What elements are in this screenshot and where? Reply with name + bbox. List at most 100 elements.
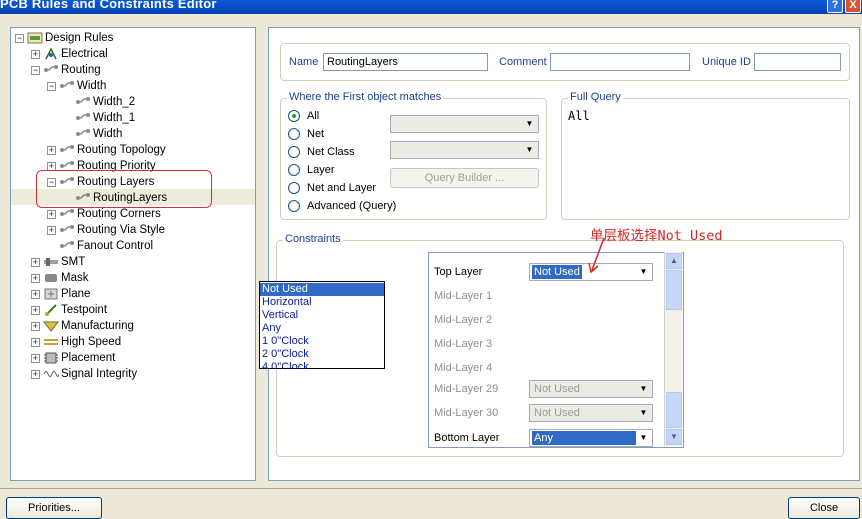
tree-label: SMT (61, 256, 86, 268)
unique-id-label: Unique ID (702, 56, 751, 68)
routing-icon (44, 65, 58, 72)
tree-label: Width (93, 128, 123, 140)
tree-label: Signal Integrity (61, 368, 138, 380)
dropdown-option[interactable]: 4 0"Clock (260, 361, 384, 369)
close-button[interactable]: Close (788, 497, 860, 519)
scroll-thumb-lower[interactable] (666, 392, 682, 428)
title-bar: PCB Rules and Constraints Editor ? X (0, 0, 862, 14)
comment-field[interactable] (550, 53, 690, 71)
tree-label: Electrical (61, 48, 108, 60)
expand-toggle[interactable]: + (31, 290, 40, 299)
mid-layer-29-combo[interactable]: Not Used ▼ (529, 380, 653, 398)
expand-toggle[interactable]: + (31, 370, 40, 379)
dropdown-option[interactable]: Horizontal (260, 296, 384, 309)
rule-icon (60, 241, 74, 248)
radio-advanced-query-label: Advanced (Query) (307, 200, 397, 212)
name-label: Name (289, 56, 319, 68)
constraints-title: Constraints (283, 233, 343, 245)
testpoint-icon (45, 304, 57, 316)
radio-advanced-query[interactable] (288, 200, 300, 212)
expand-toggle[interactable]: + (31, 50, 40, 59)
layer-label-mid-1: Mid-Layer 1 (434, 290, 493, 302)
unique-id-field[interactable] (754, 53, 841, 71)
top-layer-dropdown-list[interactable]: Not Used Horizontal Vertical Any 1 0"Clo… (259, 281, 385, 369)
design-rules-icon (27, 32, 43, 44)
mid-layer-30-combo[interactable]: Not Used ▼ (529, 404, 653, 422)
smt-icon (44, 258, 58, 266)
full-query-title: Full Query (568, 91, 623, 103)
full-query-text[interactable]: All (568, 109, 590, 123)
tree-label: Design Rules (45, 32, 114, 44)
expand-toggle[interactable]: + (31, 338, 40, 347)
tree-label: Width_1 (93, 112, 136, 124)
radio-all[interactable] (288, 110, 300, 122)
layer-list[interactable]: Top Layer Not Used ▼ Mid-Layer 1 Mid-Lay… (428, 252, 684, 448)
radio-layer-label: Layer (307, 164, 335, 176)
expand-toggle[interactable]: + (31, 306, 40, 315)
chevron-down-icon: ▼ (525, 119, 534, 128)
expand-toggle[interactable]: + (47, 146, 56, 155)
dropdown-option[interactable]: 2 0"Clock (260, 348, 384, 361)
mid-layer-30-value: Not Used (534, 407, 580, 419)
layer-label-mid-29: Mid-Layer 29 (434, 383, 499, 395)
chevron-down-icon: ▼ (639, 384, 648, 393)
window-title: PCB Rules and Constraints Editor (0, 0, 217, 11)
tree-label: Plane (61, 288, 91, 300)
dropdown-option[interactable]: Any (260, 322, 384, 335)
rules-tree[interactable]: − Design Rules + Electrical − Routing − … (10, 27, 256, 481)
bottom-layer-value: Any (532, 431, 636, 445)
dropdown-option[interactable]: Not Used (260, 283, 384, 296)
rule-icon (76, 113, 90, 120)
comment-label: Comment (499, 56, 547, 68)
match-combo-1[interactable]: ▼ (390, 115, 539, 133)
scroll-down-button[interactable]: ▼ (666, 429, 682, 445)
match-group-title: Where the First object matches (287, 91, 444, 103)
rule-icon (76, 129, 90, 136)
chevron-down-icon: ▼ (639, 433, 648, 442)
query-builder-button[interactable]: Query Builder ... (390, 168, 539, 188)
chevron-down-icon: ▼ (639, 408, 648, 417)
tree-label: Testpoint (61, 304, 108, 316)
bottom-layer-combo[interactable]: Any ▼ (529, 429, 653, 447)
tree-label: Routing (61, 64, 101, 76)
mid-layer-29-value: Not Used (534, 383, 580, 395)
window-close-button[interactable]: X (845, 0, 861, 13)
expand-toggle[interactable]: + (47, 226, 56, 235)
tree-label: Manufacturing (61, 320, 134, 332)
radio-net-class[interactable] (288, 146, 300, 158)
expand-toggle[interactable]: + (31, 274, 40, 283)
layer-label-top: Top Layer (434, 266, 483, 278)
collapse-toggle[interactable]: − (31, 66, 40, 75)
radio-net-and-layer[interactable] (288, 182, 300, 194)
rule-icon (76, 97, 90, 104)
scroll-thumb[interactable] (666, 270, 682, 310)
high-speed-icon (44, 339, 58, 345)
radio-net[interactable] (288, 128, 300, 140)
top-layer-value: Not Used (532, 265, 582, 279)
radio-net-class-label: Net Class (307, 146, 355, 158)
radio-net-and-layer-label: Net and Layer (307, 182, 377, 194)
help-button[interactable]: ? (827, 0, 843, 13)
scroll-up-button[interactable]: ▲ (666, 253, 682, 269)
layer-label-mid-2: Mid-Layer 2 (434, 314, 493, 326)
placement-icon (44, 352, 58, 364)
radio-layer[interactable] (288, 164, 300, 176)
expand-toggle[interactable]: + (31, 322, 40, 331)
tree-label: Width_2 (93, 96, 136, 108)
expand-toggle[interactable]: + (47, 210, 56, 219)
collapse-toggle[interactable]: − (47, 82, 56, 91)
radio-net-label: Net (307, 128, 325, 140)
priorities-button[interactable]: Priorities... (6, 497, 102, 519)
name-field[interactable]: RoutingLayers (323, 53, 488, 71)
expand-toggle[interactable]: + (31, 354, 40, 363)
expand-toggle[interactable]: + (31, 258, 40, 267)
radio-all-label: All (307, 110, 320, 122)
rule-icon (60, 81, 74, 88)
collapse-toggle[interactable]: − (15, 34, 24, 43)
dropdown-option[interactable]: 1 0"Clock (260, 335, 384, 348)
dropdown-option[interactable]: Vertical (260, 309, 384, 322)
layer-list-scrollbar[interactable]: ▲ ▼ (664, 252, 682, 446)
tree-label: Routing Topology (77, 144, 166, 156)
tree-label: Routing Corners (77, 208, 161, 220)
match-combo-2[interactable]: ▼ (390, 141, 539, 159)
